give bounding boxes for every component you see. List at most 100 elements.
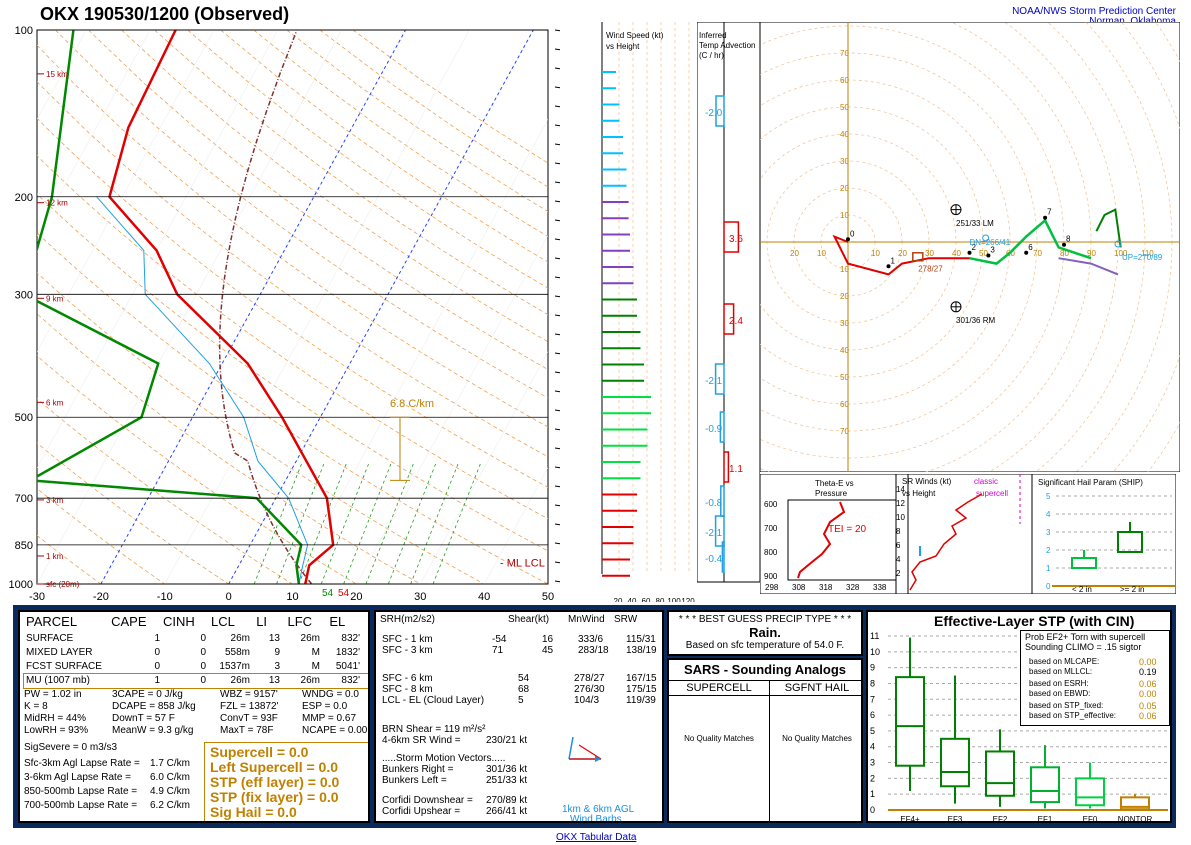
wind-barb-flag: [554, 523, 560, 526]
kinematics-cell: 115/31: [626, 634, 656, 645]
sr-winds-panel: SR Winds (kt) vs Height classic supercell 14…: [896, 474, 1032, 594]
sars-nomatch-1: No Quality Matches: [684, 734, 754, 743]
adv-value: -0.8: [705, 498, 723, 509]
parcel-rows: SURFACE 1 0 26m 13 26m 832' MIXED LAYER 0 0 558m 9 M…: [23, 632, 368, 689]
hodo-y-label: 20: [840, 184, 849, 193]
stp-ytick: 2: [870, 773, 875, 783]
index-value: LowRH = 93%: [24, 725, 89, 736]
bunkers-right-value: 301/36 kt: [486, 764, 528, 775]
sars-col-hail: SGFNT HAIL: [784, 682, 850, 694]
adv-value: -0.4: [705, 554, 723, 565]
index-value: FZL = 13872': [220, 701, 279, 712]
srw-ytick: 2: [896, 569, 901, 578]
theta-ytick: 700: [764, 524, 778, 533]
hdr-li: LI: [256, 614, 268, 629]
stp-prob-label: based on MLLCL:: [1029, 667, 1093, 676]
stp-ytick: 7: [870, 694, 875, 704]
wind-barb-flag: [554, 29, 560, 32]
hodo-point-label: 7: [1047, 208, 1052, 217]
hdr-cinh: CINH: [163, 614, 195, 629]
stp-prob-label: based on STP_fixed:: [1029, 701, 1104, 710]
stp-panel: Effective-Layer STP (with CIN) 11 10 9 8 7 6 5…: [866, 610, 1172, 823]
stp-category: EF0: [1083, 815, 1098, 823]
parcel-cell: 9: [274, 647, 280, 658]
index-value: 3CAPE = 0 J/kg: [112, 689, 183, 700]
hodo-x-label-neg: 10: [817, 249, 826, 258]
kinematics-cell: SFC - 6 km: [382, 673, 433, 684]
ship-ytick: 0: [1046, 582, 1051, 591]
index-value: WNDG = 0.0: [302, 689, 359, 700]
temp-tick-label: -10: [157, 591, 173, 602]
srw-ytick: 4: [896, 555, 901, 564]
hodo-y-label-neg: 20: [840, 292, 849, 301]
kinematics-cell: LCL - EL (Cloud Layer): [382, 695, 485, 706]
lapse-label: 6.8 C/km: [390, 398, 434, 410]
stp-title: Effective-Layer STP (with CIN): [934, 613, 1135, 629]
wind-barb-flag: [554, 181, 560, 184]
theta-xtick: 338: [873, 583, 887, 592]
corfidi-up-label: Corfidi Upshear =: [382, 806, 461, 817]
sars-panel: SARS - Sounding Analogs SUPERCELL SGFNT …: [667, 658, 863, 823]
parcel-cell: 1: [154, 633, 160, 644]
sfc-t-label: 54: [338, 588, 350, 599]
hodo-y-label: 50: [840, 103, 849, 112]
index-value: ESP = 0.0: [302, 701, 348, 712]
lapse-rate-value: 1.7 C/km: [150, 758, 191, 769]
parcel-cell: 0: [200, 675, 206, 686]
hodo-x-label-neg: 20: [790, 249, 799, 258]
wind-barb-flag: [554, 409, 560, 412]
tabular-data-link[interactable]: OKX Tabular Data: [556, 832, 636, 843]
pressure-label: 700: [15, 493, 33, 505]
hodo-x-label: 70: [1033, 249, 1042, 258]
srw-ytick: 14: [896, 485, 905, 494]
pressure-label: 300: [15, 289, 33, 301]
wind-barb-flag: [554, 428, 560, 431]
up-label: UP=270/89: [1122, 253, 1163, 262]
theta-xtick: 328: [846, 583, 860, 592]
temp-tick-label: 50: [542, 591, 554, 602]
index-value: MeanW = 9.3 g/kg: [112, 725, 194, 736]
wind-barb-flag: [554, 447, 560, 450]
rm-label: 301/36 RM: [956, 316, 995, 325]
lapse-rate-label: 700-500mb Lapse Rate =: [24, 800, 138, 811]
adv-value: -2.1: [705, 528, 723, 539]
srw-title-2: vs Height: [902, 489, 936, 498]
parcel-cell: 0: [154, 661, 160, 672]
kinematics-header-cell: Shear(kt): [508, 614, 550, 625]
parcel-cell: MU (1007 mb): [26, 675, 90, 686]
kinematics-cell: -54: [492, 634, 507, 645]
kinematics-panel: SRH(m2/s2) Shear(kt) MnWind SRW SFC - 1 km -…: [374, 610, 664, 823]
precip-note: Based on sfc temperature of 54.0 F.: [685, 640, 845, 651]
stp-prob-l1: Prob EF2+ Torn with supercell: [1025, 632, 1146, 642]
parcel-cell: 26m: [230, 633, 250, 644]
pressure-label: 1000: [9, 579, 33, 591]
index-value: DCAPE = 858 J/kg: [112, 701, 196, 712]
stp-category: EF3: [948, 815, 963, 823]
ship-frame: [1032, 474, 1176, 594]
stp-box: [985, 750, 1015, 797]
precip-value: Rain.: [749, 625, 781, 640]
kinematics-cell: 333/6: [578, 634, 604, 645]
corfidi-up-value: 266/41 kt: [486, 806, 528, 817]
theta-title-2: Pressure: [815, 489, 848, 498]
index-value: MMP = 0.67: [302, 713, 357, 724]
wind-axis-label: 20: [614, 597, 623, 602]
stp-prob-label: based on ESRH:: [1029, 679, 1089, 688]
wind-barb-flag: [554, 390, 560, 393]
composite-param: Sig Hail = 0.0: [210, 804, 297, 820]
hodo-x-label: 20: [898, 249, 907, 258]
theta-e-panel: Theta-E vsPressure 600 700 800 900 298 308 318 3…: [760, 474, 896, 594]
parcel-cell: 0: [200, 633, 206, 644]
lapse-rate-label: Sfc-3km Agl Lapse Rate =: [24, 758, 140, 769]
srw-supercell: supercell: [976, 489, 1008, 498]
wind-axis-label: 60: [642, 597, 651, 602]
wind-barb-flag: [554, 238, 560, 241]
temp-tick-label: 10: [286, 591, 298, 602]
wind-axis-label: 40: [628, 597, 637, 602]
stp-prob-box: Prob EF2+ Torn with supercell Sounding C…: [1020, 630, 1170, 726]
wind-title-2: vs Height: [606, 42, 640, 51]
kinematics-header-cell: SRW: [614, 614, 638, 625]
height-label: 1 km: [46, 552, 64, 561]
stp-prob-label: based on MLCAPE:: [1029, 657, 1100, 666]
hodo-x-label: 10: [871, 249, 880, 258]
